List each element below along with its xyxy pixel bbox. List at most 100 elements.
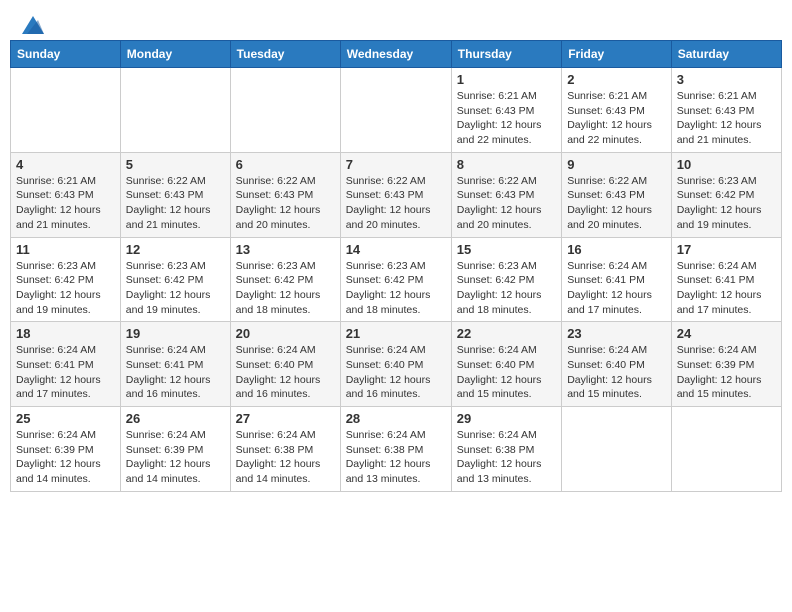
table-row: [340, 68, 451, 153]
day-info: Sunrise: 6:24 AM Sunset: 6:38 PM Dayligh…: [457, 428, 556, 487]
col-header-monday: Monday: [120, 41, 230, 68]
table-row: [120, 68, 230, 153]
day-info: Sunrise: 6:24 AM Sunset: 6:41 PM Dayligh…: [16, 343, 115, 402]
table-row: 3 Sunrise: 6:21 AM Sunset: 6:43 PM Daylig…: [671, 68, 781, 153]
day-number: 3: [677, 72, 776, 87]
table-row: 21 Sunrise: 6:24 AM Sunset: 6:40 PM Dayli…: [340, 322, 451, 407]
day-info: Sunrise: 6:23 AM Sunset: 6:42 PM Dayligh…: [126, 259, 225, 318]
day-info: Sunrise: 6:21 AM Sunset: 6:43 PM Dayligh…: [677, 89, 776, 148]
day-number: 21: [346, 326, 446, 341]
table-row: 25 Sunrise: 6:24 AM Sunset: 6:39 PM Dayli…: [11, 407, 121, 492]
day-number: 17: [677, 242, 776, 257]
table-row: 16Sunrise: 6:24 AM Sunset: 6:41 PM Dayli…: [562, 237, 672, 322]
day-info: Sunrise: 6:23 AM Sunset: 6:42 PM Dayligh…: [16, 259, 115, 318]
table-row: 27 Sunrise: 6:24 AM Sunset: 6:38 PM Dayli…: [230, 407, 340, 492]
col-header-sunday: Sunday: [11, 41, 121, 68]
col-header-thursday: Thursday: [451, 41, 561, 68]
header: [10, 10, 782, 34]
day-info: Sunrise: 6:24 AM Sunset: 6:39 PM Dayligh…: [16, 428, 115, 487]
day-number: 1: [457, 72, 556, 87]
table-row: [230, 68, 340, 153]
day-info: Sunrise: 6:23 AM Sunset: 6:42 PM Dayligh…: [236, 259, 335, 318]
calendar-week-row: 25 Sunrise: 6:24 AM Sunset: 6:39 PM Dayli…: [11, 407, 782, 492]
day-info: Sunrise: 6:24 AM Sunset: 6:41 PM Dayligh…: [677, 259, 776, 318]
calendar-week-row: 18 Sunrise: 6:24 AM Sunset: 6:41 PM Dayli…: [11, 322, 782, 407]
day-number: 27: [236, 411, 335, 426]
day-number: 9: [567, 157, 666, 172]
day-info: Sunrise: 6:22 AM Sunset: 6:43 PM Dayligh…: [236, 174, 335, 233]
table-row: 29 Sunrise: 6:24 AM Sunset: 6:38 PM Dayli…: [451, 407, 561, 492]
table-row: 13 Sunrise: 6:23 AM Sunset: 6:42 PM Dayli…: [230, 237, 340, 322]
day-info: Sunrise: 6:24 AM Sunset: 6:40 PM Dayligh…: [567, 343, 666, 402]
table-row: 19 Sunrise: 6:24 AM Sunset: 6:41 PM Dayli…: [120, 322, 230, 407]
col-header-tuesday: Tuesday: [230, 41, 340, 68]
day-number: 15: [457, 242, 556, 257]
day-number: 25: [16, 411, 115, 426]
table-row: 22 Sunrise: 6:24 AM Sunset: 6:40 PM Dayli…: [451, 322, 561, 407]
day-info: Sunrise: 6:24 AM Sunset: 6:39 PM Dayligh…: [126, 428, 225, 487]
day-number: 23: [567, 326, 666, 341]
day-number: 20: [236, 326, 335, 341]
table-row: 15Sunrise: 6:23 AM Sunset: 6:42 PM Dayli…: [451, 237, 561, 322]
table-row: 5Sunrise: 6:22 AM Sunset: 6:43 PM Daylig…: [120, 152, 230, 237]
table-row: 24 Sunrise: 6:24 AM Sunset: 6:39 PM Dayli…: [671, 322, 781, 407]
day-number: 26: [126, 411, 225, 426]
day-info: Sunrise: 6:22 AM Sunset: 6:43 PM Dayligh…: [457, 174, 556, 233]
calendar-header-row: Sunday Monday Tuesday Wednesday Thursday…: [11, 41, 782, 68]
day-number: 13: [236, 242, 335, 257]
calendar-table: Sunday Monday Tuesday Wednesday Thursday…: [10, 40, 782, 492]
day-info: Sunrise: 6:24 AM Sunset: 6:40 PM Dayligh…: [457, 343, 556, 402]
day-number: 6: [236, 157, 335, 172]
table-row: 8 Sunrise: 6:22 AM Sunset: 6:43 PM Daylig…: [451, 152, 561, 237]
table-row: 26 Sunrise: 6:24 AM Sunset: 6:39 PM Dayli…: [120, 407, 230, 492]
day-number: 24: [677, 326, 776, 341]
table-row: 9 Sunrise: 6:22 AM Sunset: 6:43 PM Daylig…: [562, 152, 672, 237]
table-row: 6 Sunrise: 6:22 AM Sunset: 6:43 PM Daylig…: [230, 152, 340, 237]
table-row: 2 Sunrise: 6:21 AM Sunset: 6:43 PM Daylig…: [562, 68, 672, 153]
day-number: 18: [16, 326, 115, 341]
table-row: [562, 407, 672, 492]
calendar-week-row: 4Sunrise: 6:21 AM Sunset: 6:43 PM Daylig…: [11, 152, 782, 237]
logo: [20, 18, 44, 30]
day-number: 4: [16, 157, 115, 172]
table-row: [671, 407, 781, 492]
day-number: 22: [457, 326, 556, 341]
day-info: Sunrise: 6:23 AM Sunset: 6:42 PM Dayligh…: [346, 259, 446, 318]
day-info: Sunrise: 6:24 AM Sunset: 6:41 PM Dayligh…: [126, 343, 225, 402]
calendar-week-row: 11Sunrise: 6:23 AM Sunset: 6:42 PM Dayli…: [11, 237, 782, 322]
day-number: 2: [567, 72, 666, 87]
day-info: Sunrise: 6:24 AM Sunset: 6:38 PM Dayligh…: [236, 428, 335, 487]
table-row: 1 Sunrise: 6:21 AM Sunset: 6:43 PM Daylig…: [451, 68, 561, 153]
day-info: Sunrise: 6:22 AM Sunset: 6:43 PM Dayligh…: [346, 174, 446, 233]
table-row: 23 Sunrise: 6:24 AM Sunset: 6:40 PM Dayli…: [562, 322, 672, 407]
table-row: 28Sunrise: 6:24 AM Sunset: 6:38 PM Dayli…: [340, 407, 451, 492]
day-info: Sunrise: 6:21 AM Sunset: 6:43 PM Dayligh…: [457, 89, 556, 148]
calendar-week-row: 1 Sunrise: 6:21 AM Sunset: 6:43 PM Daylig…: [11, 68, 782, 153]
table-row: 20 Sunrise: 6:24 AM Sunset: 6:40 PM Dayli…: [230, 322, 340, 407]
col-header-saturday: Saturday: [671, 41, 781, 68]
day-number: 10: [677, 157, 776, 172]
day-number: 28: [346, 411, 446, 426]
col-header-friday: Friday: [562, 41, 672, 68]
day-number: 8: [457, 157, 556, 172]
day-number: 19: [126, 326, 225, 341]
day-info: Sunrise: 6:24 AM Sunset: 6:40 PM Dayligh…: [236, 343, 335, 402]
table-row: 14 Sunrise: 6:23 AM Sunset: 6:42 PM Dayli…: [340, 237, 451, 322]
day-info: Sunrise: 6:23 AM Sunset: 6:42 PM Dayligh…: [677, 174, 776, 233]
day-number: 7: [346, 157, 446, 172]
logo-icon: [22, 16, 44, 34]
table-row: 4Sunrise: 6:21 AM Sunset: 6:43 PM Daylig…: [11, 152, 121, 237]
day-info: Sunrise: 6:22 AM Sunset: 6:43 PM Dayligh…: [567, 174, 666, 233]
day-info: Sunrise: 6:21 AM Sunset: 6:43 PM Dayligh…: [567, 89, 666, 148]
table-row: 10 Sunrise: 6:23 AM Sunset: 6:42 PM Dayli…: [671, 152, 781, 237]
table-row: 18 Sunrise: 6:24 AM Sunset: 6:41 PM Dayli…: [11, 322, 121, 407]
col-header-wednesday: Wednesday: [340, 41, 451, 68]
day-info: Sunrise: 6:24 AM Sunset: 6:40 PM Dayligh…: [346, 343, 446, 402]
table-row: 11Sunrise: 6:23 AM Sunset: 6:42 PM Dayli…: [11, 237, 121, 322]
day-number: 16: [567, 242, 666, 257]
day-number: 14: [346, 242, 446, 257]
day-number: 29: [457, 411, 556, 426]
table-row: 12 Sunrise: 6:23 AM Sunset: 6:42 PM Dayli…: [120, 237, 230, 322]
day-number: 12: [126, 242, 225, 257]
day-info: Sunrise: 6:24 AM Sunset: 6:39 PM Dayligh…: [677, 343, 776, 402]
